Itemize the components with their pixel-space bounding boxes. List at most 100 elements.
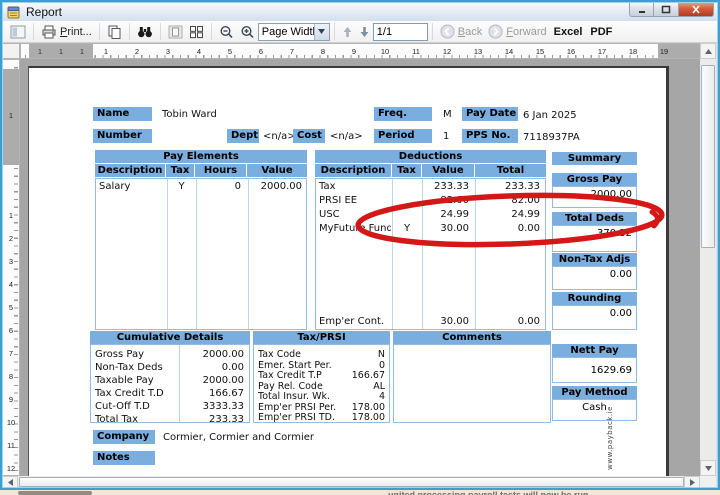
column-header: Description bbox=[95, 164, 165, 177]
zoom-in-button[interactable] bbox=[237, 22, 258, 42]
summary-item-label: Non-Tax Adjs bbox=[552, 253, 637, 266]
tax-prsi-label: Emp'er PRSI TD. bbox=[258, 412, 344, 423]
table-cell: Salary bbox=[99, 181, 165, 192]
zoom-out-button[interactable] bbox=[216, 22, 237, 42]
cumulative-value: 0.00 bbox=[180, 362, 244, 373]
report-doc-icon bbox=[7, 5, 21, 19]
cumulative-title: Cumulative Details bbox=[90, 331, 250, 344]
table-cell: 0 bbox=[197, 181, 241, 192]
field-value: Tobin Ward bbox=[162, 109, 217, 120]
cumulative-value: 2000.00 bbox=[180, 349, 244, 360]
pay-elements-table: Salary Y 0 2000.00 bbox=[95, 178, 307, 330]
field-label: PPS No. bbox=[462, 129, 518, 143]
chevron-down-icon bbox=[314, 24, 329, 40]
multi-page-view-button[interactable] bbox=[186, 22, 207, 42]
title-bar: Report bbox=[2, 2, 718, 21]
cumulative-label: Total Tax bbox=[95, 414, 177, 425]
summary-item-label: Pay Method bbox=[552, 386, 637, 399]
field-value: M bbox=[443, 109, 452, 120]
vertical-scroll-thumb[interactable] bbox=[701, 65, 715, 248]
table-cell: USC bbox=[319, 209, 390, 220]
tax-prsi-label: Total Insur. Wk. bbox=[258, 391, 344, 402]
clipped-background-text: united processing payroll tests will now… bbox=[388, 490, 589, 495]
employer-contribution-total: 0.00 bbox=[476, 316, 540, 327]
cumulative-value: 166.67 bbox=[180, 388, 244, 399]
pay-elements-title: Pay Elements bbox=[95, 150, 307, 163]
back-button[interactable]: Back bbox=[437, 22, 485, 42]
summary-item-value: 0.00 bbox=[552, 305, 637, 330]
column-header: Total bbox=[475, 164, 546, 177]
panel-toggle-icon bbox=[10, 25, 26, 39]
table-cell: 82.00 bbox=[423, 195, 469, 206]
vertical-scrollbar[interactable] bbox=[700, 43, 716, 476]
field-value: 6 Jan 2025 bbox=[523, 110, 577, 121]
forward-button[interactable]: Forward bbox=[485, 22, 549, 42]
find-button[interactable] bbox=[134, 22, 156, 42]
table-cell: PRSI EE bbox=[319, 195, 390, 206]
summary-title: Summary bbox=[552, 152, 637, 165]
employer-contribution-label: Emp'er Cont. bbox=[319, 316, 390, 327]
close-button[interactable] bbox=[679, 2, 714, 17]
tax-prsi-value: N bbox=[339, 349, 385, 360]
page-number-input[interactable] bbox=[373, 23, 428, 41]
cumulative-value: 2000.00 bbox=[180, 375, 244, 386]
summary-item-label: Gross Pay bbox=[552, 173, 637, 186]
prev-page-button[interactable] bbox=[339, 22, 356, 42]
forward-label: Forward bbox=[506, 26, 546, 38]
tax-prsi-label: Tax Credit T.P bbox=[258, 370, 344, 381]
table-cell: Tax bbox=[319, 181, 390, 192]
field-label: Freq. bbox=[374, 107, 432, 121]
cumulative-label: Non-Tax Deds bbox=[95, 362, 177, 373]
v-ruler: 1 123456789101112 bbox=[2, 59, 20, 476]
comments-box bbox=[393, 344, 551, 423]
back-label: Back bbox=[458, 26, 482, 38]
cumulative-label: Cut-Off T.D bbox=[95, 401, 177, 412]
field-value: <n/a> bbox=[330, 131, 363, 142]
tax-prsi-title: Tax/PRSI bbox=[253, 331, 390, 344]
tax-prsi-table: Tax Code N Emer. Start Per. 0 Tax Credit… bbox=[253, 344, 390, 423]
background-strip: united processing payroll tests will now… bbox=[0, 490, 720, 495]
zoom-mode-value: Page Width bbox=[259, 26, 314, 38]
scroll-down-icon[interactable] bbox=[700, 460, 716, 476]
scroll-right-icon[interactable] bbox=[684, 476, 700, 488]
summary-item-value: 370.32 bbox=[552, 225, 637, 252]
back-circle-icon bbox=[440, 24, 455, 39]
field-value: 7118937PA bbox=[523, 132, 580, 143]
v-ruler-margin-number: 1 bbox=[3, 111, 19, 121]
horizontal-scroll-thumb[interactable] bbox=[19, 477, 684, 487]
field-label: Pay Date bbox=[462, 107, 518, 121]
maximize-button[interactable] bbox=[654, 2, 679, 17]
find-binoculars-icon bbox=[137, 25, 153, 38]
copy-button[interactable] bbox=[104, 22, 125, 42]
tax-prsi-label: Pay Rel. Code bbox=[258, 381, 344, 392]
horizontal-scrollbar[interactable] bbox=[2, 476, 700, 488]
scroll-up-icon[interactable] bbox=[700, 43, 716, 59]
print-button[interactable]: Print... bbox=[38, 22, 95, 42]
single-page-view-button[interactable] bbox=[165, 22, 186, 42]
summary-item-label: Nett Pay bbox=[552, 344, 637, 357]
toolbar-separator bbox=[211, 23, 212, 40]
table-cell: Y bbox=[168, 181, 195, 192]
tax-prsi-label: Emp'er PRSI Per. bbox=[258, 402, 344, 413]
zoom-mode-select[interactable]: Page Width bbox=[258, 23, 330, 41]
table-cell: 0.00 bbox=[476, 223, 540, 234]
panel-toggle-button[interactable] bbox=[7, 22, 29, 42]
comments-title: Comments bbox=[393, 331, 551, 344]
toolbar-separator bbox=[33, 23, 34, 40]
next-page-button[interactable] bbox=[356, 22, 373, 42]
scroll-left-icon[interactable] bbox=[2, 476, 18, 488]
toolbar-separator bbox=[129, 23, 130, 40]
deductions-title: Deductions bbox=[315, 150, 546, 163]
minimize-button[interactable] bbox=[629, 2, 654, 17]
field-label: Dept bbox=[227, 129, 259, 143]
pdf-export-button[interactable]: PDF bbox=[586, 26, 616, 38]
column-header: Value bbox=[247, 164, 307, 177]
summary-item-label: Rounding bbox=[552, 292, 637, 305]
table-cell: 233.33 bbox=[423, 181, 469, 192]
field-label: Number bbox=[93, 129, 152, 143]
tax-prsi-value: 178.00 bbox=[339, 402, 385, 413]
tax-prsi-value: AL bbox=[339, 381, 385, 392]
single-page-icon bbox=[168, 25, 183, 39]
excel-export-button[interactable]: Excel bbox=[550, 26, 587, 38]
table-cell: 233.33 bbox=[476, 181, 540, 192]
